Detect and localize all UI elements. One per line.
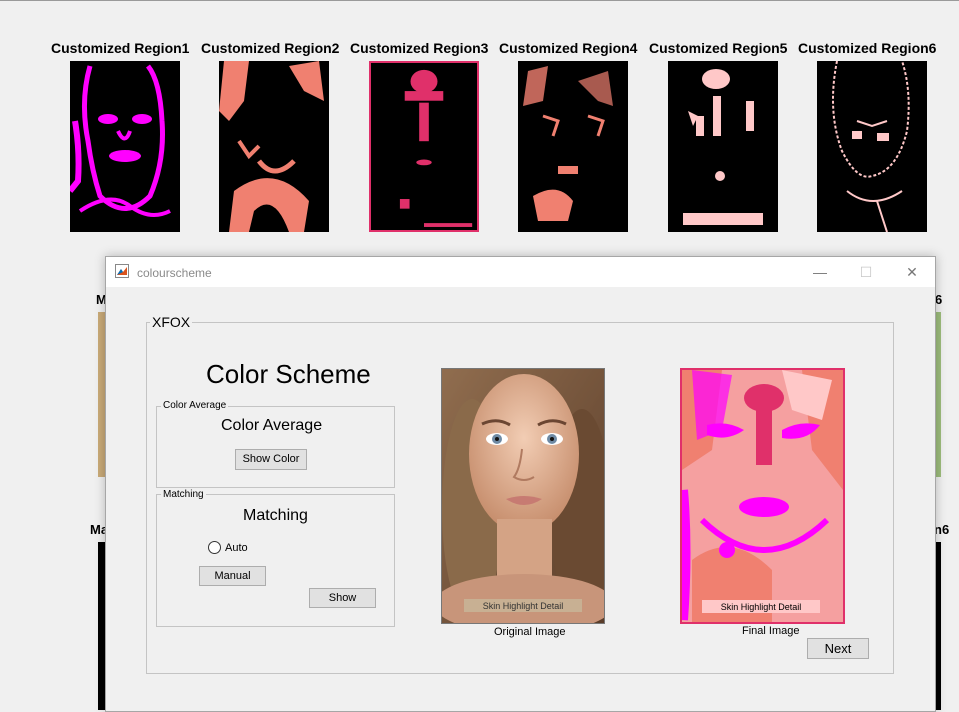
bg-title-fragment-right-2: n6: [934, 522, 950, 537]
next-button[interactable]: Next: [807, 638, 869, 659]
color-scheme-heading: Color Scheme: [206, 359, 371, 389]
region-image-1: [70, 61, 180, 232]
close-icon: ✕: [906, 264, 918, 280]
show-button[interactable]: Show: [309, 588, 376, 608]
region-title-6: Customized Region6: [798, 40, 937, 56]
region-title-4: Customized Region4: [499, 40, 638, 56]
region-image-6: [817, 61, 927, 232]
final-palette-text: Skin Highlight Detail: [721, 602, 802, 612]
regions-figure-window: Customized Region1 Customized Region2 Cu…: [0, 0, 959, 300]
region-image-4: [518, 61, 628, 232]
original-image-caption: Original Image: [494, 626, 566, 638]
final-segmented-photo: Skin Highlight Detail: [682, 370, 843, 622]
maximize-button[interactable]: ☐: [843, 257, 889, 287]
color-average-label: Color Average: [221, 417, 323, 434]
original-palette-text: Skin Highlight Detail: [483, 601, 564, 611]
region-title-1: Customized Region1: [51, 40, 190, 56]
xfox-panel-label: XFOX: [150, 314, 193, 330]
region-title-3: Customized Region3: [350, 40, 489, 56]
portrait-photo: Skin Highlight Detail: [442, 369, 604, 623]
dialog-title: colourscheme: [137, 266, 212, 280]
close-button[interactable]: ✕: [889, 257, 935, 287]
maximize-icon: ☐: [859, 264, 873, 280]
minimize-button[interactable]: —: [797, 257, 843, 287]
region-image-5: [668, 61, 778, 232]
manual-button[interactable]: Manual: [199, 566, 266, 586]
original-image: Skin Highlight Detail: [441, 368, 605, 624]
matching-legend: Matching: [161, 489, 206, 500]
region-title-5: Customized Region5: [649, 40, 788, 56]
auto-radio[interactable]: [208, 541, 221, 554]
auto-radio-label[interactable]: Auto: [225, 542, 248, 554]
matching-label: Matching: [243, 507, 308, 524]
show-color-button[interactable]: Show Color: [235, 449, 307, 470]
color-average-legend: Color Average: [161, 400, 229, 411]
region-image-2: [219, 61, 329, 232]
region-title-2: Customized Region2: [201, 40, 340, 56]
final-image: Skin Highlight Detail: [680, 368, 845, 624]
minimize-icon: —: [813, 264, 827, 280]
region-image-3: [369, 61, 479, 232]
bg-title-fragment-right-1: 6: [935, 292, 943, 307]
final-image-caption: Final Image: [742, 625, 800, 637]
dialog-titlebar[interactable]: colourscheme — ☐ ✕: [106, 257, 935, 287]
matlab-logo-icon: [115, 264, 129, 278]
colourscheme-dialog: colourscheme — ☐ ✕ XFOX Color Scheme Col…: [105, 256, 936, 712]
